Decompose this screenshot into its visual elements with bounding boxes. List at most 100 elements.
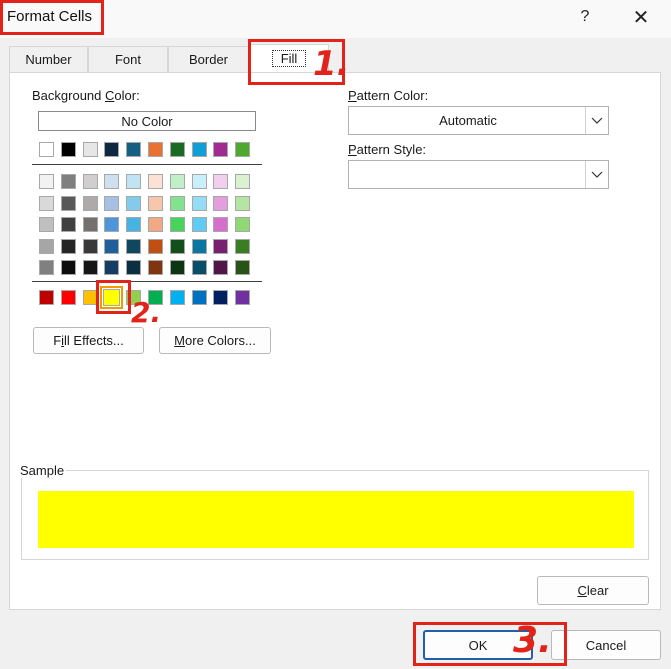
color-swatch-tint3-2[interactable] [60,217,76,232]
tab-number[interactable]: Number [9,46,88,72]
fill-panel: Background Color: No Color Fill Effects.… [9,72,661,610]
color-swatch-tint5-10[interactable] [235,260,251,275]
color-swatch-theme-4[interactable] [104,142,120,157]
color-swatch-theme-3[interactable] [82,142,98,157]
pattern-style-label: Pattern Style: [348,142,427,157]
color-swatch-tint3-3[interactable] [82,217,98,232]
color-swatch-tint2-10[interactable] [235,195,251,211]
tab-border[interactable]: Border [168,46,249,72]
color-swatch-tint4-8[interactable] [191,238,207,254]
clear-label: Clear [577,583,609,598]
color-swatch-tint3-1[interactable] [39,217,54,232]
color-swatch-tint5-5[interactable] [126,260,142,275]
pattern-style-select[interactable] [348,160,609,189]
color-swatch-tint2-1[interactable] [39,195,54,211]
close-button[interactable]: ✕ [621,2,661,32]
color-swatch-theme-8[interactable] [191,142,207,157]
chevron-down-icon[interactable] [585,161,608,188]
color-swatch-standard-9[interactable] [213,290,229,305]
color-swatch-tint5-7[interactable] [169,260,185,275]
color-swatch-tint4-4[interactable] [104,238,120,254]
color-swatch-tint5-3[interactable] [82,260,98,275]
color-swatch-tint1-2[interactable] [60,174,76,189]
color-swatch-tint1-9[interactable] [213,174,229,189]
color-swatch-theme-10[interactable] [235,142,251,157]
color-swatch-tint4-2[interactable] [60,238,76,254]
color-swatch-tint5-8[interactable] [191,260,207,275]
annotation-step-2: 2. [131,296,162,329]
color-swatch-tint4-10[interactable] [235,238,251,254]
color-swatch-tint3-7[interactable] [169,217,185,232]
color-swatch-tint1-8[interactable] [191,174,207,189]
pattern-color-select[interactable]: Automatic [348,106,609,135]
help-icon: ? [580,8,590,25]
color-swatch-tint4-7[interactable] [169,238,185,254]
more-colors-label: More Colors... [174,333,256,348]
color-swatch-tint3-10[interactable] [235,217,251,232]
cancel-label: Cancel [585,637,627,653]
color-swatch-tint2-5[interactable] [126,195,142,211]
color-swatch-theme-7[interactable] [169,142,185,157]
color-swatch-tint1-1[interactable] [39,174,54,189]
color-swatch-standard-10[interactable] [235,290,251,305]
more-colors-button[interactable]: More Colors... [159,327,271,354]
color-swatch-standard-1[interactable] [39,290,54,305]
color-swatch-theme-6[interactable] [148,142,163,157]
color-swatch-tint2-4[interactable] [104,195,120,211]
color-swatch-tint2-2[interactable] [60,195,76,211]
tab-border-label: Border [188,52,229,67]
color-swatch-tint1-4[interactable] [104,174,120,189]
color-swatch-tint3-9[interactable] [213,217,229,232]
sample-group [21,470,649,560]
color-swatch-theme-2[interactable] [60,142,76,157]
color-swatch-theme-9[interactable] [213,142,229,157]
color-swatch-tint4-9[interactable] [213,238,229,254]
color-swatch-tint4-1[interactable] [39,238,54,254]
color-swatch-tint5-1[interactable] [39,260,54,275]
sample-label: Sample [18,463,67,478]
color-swatch-tint5-2[interactable] [60,260,76,275]
color-swatch-tint1-5[interactable] [126,174,142,189]
tab-font-label: Font [114,52,141,67]
fill-effects-button[interactable]: Fill Effects... [33,327,144,354]
color-swatch-tint5-9[interactable] [213,260,229,275]
color-swatch-standard-8[interactable] [191,290,207,305]
color-swatch-tint1-10[interactable] [235,174,251,189]
pattern-color-label: Pattern Color: [348,88,429,103]
no-color-label: No Color [121,113,173,129]
chevron-down-icon[interactable] [585,107,608,134]
annotation-box-yellow-swatch [96,280,131,314]
color-swatch-tint3-5[interactable] [126,217,142,232]
palette-separator-bottom [32,281,262,282]
color-swatch-tint5-6[interactable] [148,260,163,275]
cancel-button[interactable]: Cancel [551,630,661,660]
color-swatch-tint2-8[interactable] [191,195,207,211]
pattern-style-value [349,161,587,188]
tab-number-label: Number [25,52,72,67]
color-swatch-tint1-6[interactable] [148,174,163,189]
tab-font[interactable]: Font [88,46,168,72]
color-swatch-tint5-4[interactable] [104,260,120,275]
color-swatch-tint3-8[interactable] [191,217,207,232]
color-swatch-tint4-5[interactable] [126,238,142,254]
color-swatch-tint3-6[interactable] [148,217,163,232]
color-swatch-theme-5[interactable] [126,142,142,157]
clear-button[interactable]: Clear [537,576,649,605]
color-swatch-standard-7[interactable] [169,290,185,305]
background-color-label: Background Color: [32,88,140,103]
color-swatch-tint2-9[interactable] [213,195,229,211]
help-button[interactable]: ? [565,2,605,32]
color-swatch-tint1-7[interactable] [169,174,185,189]
color-swatch-theme-1[interactable] [39,142,54,157]
color-swatch-standard-2[interactable] [60,290,76,305]
color-swatch-tint2-3[interactable] [82,195,98,211]
color-swatch-tint4-3[interactable] [82,238,98,254]
color-swatch-tint4-6[interactable] [148,238,163,254]
annotation-box-title [0,0,104,35]
color-swatch-tint2-6[interactable] [148,195,163,211]
color-swatch-tint2-7[interactable] [169,195,185,211]
annotation-step-3: 3. [513,620,552,661]
no-color-button[interactable]: No Color [38,111,256,131]
color-swatch-tint1-3[interactable] [82,174,98,189]
color-swatch-tint3-4[interactable] [104,217,120,232]
